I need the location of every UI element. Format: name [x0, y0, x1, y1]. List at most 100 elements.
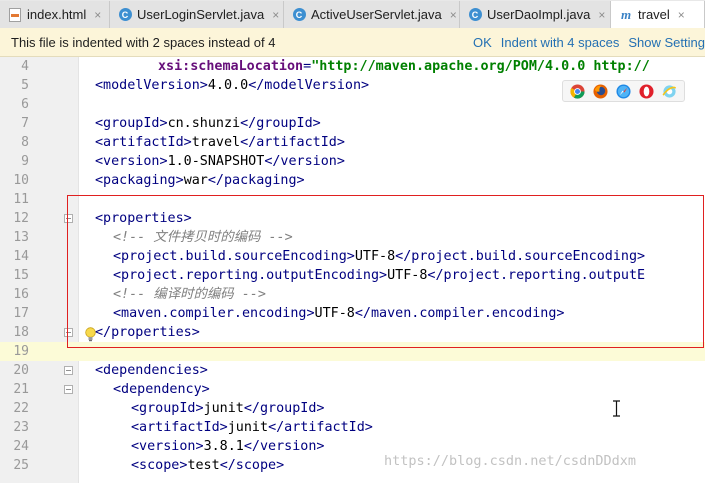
xml-tag: <project.build.sourceEncoding> [113, 249, 355, 264]
line-number: 6 [21, 97, 29, 112]
tab-index-html[interactable]: index.html × [0, 1, 110, 28]
tab-userloginservlet[interactable]: C UserLoginServlet.java × [110, 1, 284, 28]
close-icon[interactable]: × [678, 8, 685, 22]
xml-tag: </groupId> [240, 116, 321, 131]
xml-tag: </project.reporting.outputE [427, 268, 646, 283]
indent-with-4-spaces-link[interactable]: Indent with 4 spaces [501, 35, 620, 50]
chrome-icon[interactable] [570, 83, 585, 99]
code-line: 17 <maven.compiler.encoding>UTF-8</maven… [0, 304, 705, 323]
fold-icon[interactable] [64, 385, 73, 394]
line-number: 24 [13, 439, 29, 454]
opera-icon[interactable] [639, 83, 654, 99]
watermark-text: https://blog.csdn.net/csdnDDdxm [384, 453, 636, 469]
tab-label: UserLoginServlet.java [137, 7, 265, 22]
xml-text: 3.8.1 [203, 439, 244, 454]
code-line: 4 xsi:schemaLocation="http://maven.apach… [0, 57, 705, 76]
safari-icon[interactable] [616, 83, 631, 99]
xml-tag: <packaging> [95, 173, 184, 188]
xml-comment: <!-- 编译时的编码 --> [113, 287, 266, 302]
xml-tag: <groupId> [131, 401, 204, 416]
xml-tag: </properties> [95, 325, 200, 340]
code-line: 22 <groupId>junit</groupId> [0, 399, 705, 418]
xml-tag: </packaging> [207, 173, 305, 188]
line-number: 13 [13, 230, 29, 245]
close-icon[interactable]: × [450, 8, 457, 22]
notification-message: This file is indented with 2 spaces inst… [11, 34, 276, 50]
close-icon[interactable]: × [598, 8, 605, 22]
line-number: 18 [13, 325, 29, 340]
text-cursor-icon [613, 400, 620, 417]
xml-text: junit [203, 401, 244, 416]
show-settings-link[interactable]: Show Settings [628, 35, 705, 50]
line-number: 5 [21, 78, 29, 93]
tab-userdaoimpl[interactable]: C UserDaoImpl.java × [460, 1, 611, 28]
close-icon[interactable]: × [272, 8, 279, 22]
xml-tag: </scope> [219, 458, 285, 473]
xml-text: test [187, 458, 220, 473]
line-number: 8 [21, 135, 29, 150]
java-class-icon: C [118, 8, 132, 22]
line-number: 14 [13, 249, 29, 264]
line-number: 11 [13, 192, 29, 207]
firefox-icon[interactable] [593, 83, 608, 99]
tab-label: travel [638, 7, 670, 22]
xml-text: war [183, 173, 208, 188]
html-file-icon [8, 7, 22, 22]
xml-tag: </modelVersion> [248, 78, 370, 93]
xml-tag: </maven.compiler.encoding> [354, 306, 565, 321]
xml-text: junit [227, 420, 269, 435]
xml-text: 1.0-SNAPSHOT [167, 154, 265, 169]
xml-text: cn.shunzi [167, 116, 241, 131]
tab-travel-pom[interactable]: m travel × [611, 1, 705, 28]
editor-tab-bar: index.html × C UserLoginServlet.java × C… [0, 0, 705, 29]
fold-icon[interactable] [64, 328, 73, 337]
xml-tag: </artifactId> [268, 420, 373, 435]
xml-tag: <dependencies> [95, 363, 208, 378]
xml-text: 4.0.0 [207, 78, 249, 93]
line-number: 21 [13, 382, 29, 397]
line-number: 19 [13, 344, 29, 359]
browser-preview-toolbar [562, 80, 685, 102]
indent-notification-bar: This file is indented with 2 spaces inst… [0, 28, 705, 57]
code-line: 11 [0, 190, 705, 209]
line-number: 4 [21, 59, 29, 74]
code-line: 23 <artifactId>junit</artifactId> [0, 418, 705, 437]
ie-icon[interactable] [662, 84, 677, 99]
xml-tag: <dependency> [113, 382, 210, 397]
code-line: 20 <dependencies> [0, 361, 705, 380]
maven-icon: m [620, 6, 632, 22]
code-line: 13 <!-- 文件拷贝时的编码 --> [0, 228, 705, 247]
current-code-line: 19 [0, 342, 705, 361]
line-number: 16 [13, 287, 29, 302]
fold-icon[interactable] [64, 366, 73, 375]
xml-tag: <properties> [95, 211, 192, 226]
code-line: 8 <artifactId>travel</artifactId> [0, 133, 705, 152]
line-number: 10 [13, 173, 29, 188]
tab-label: ActiveUserServlet.java [311, 7, 442, 22]
tab-label: index.html [27, 7, 87, 22]
close-icon[interactable]: × [94, 8, 101, 22]
code-line: 7 <groupId>cn.shunzi</groupId> [0, 114, 705, 133]
tab-activeuserservlet[interactable]: C ActiveUserServlet.java × [284, 1, 460, 28]
xml-tag: <version> [95, 154, 168, 169]
line-number: 23 [13, 420, 29, 435]
xml-tag: <project.reporting.outputEncoding> [113, 268, 388, 283]
xml-tag: </version> [264, 154, 345, 169]
line-number: 20 [13, 363, 29, 378]
xml-tag: <groupId> [95, 116, 168, 131]
code-line: 16 <!-- 编译时的编码 --> [0, 285, 705, 304]
ok-link[interactable]: OK [473, 35, 492, 50]
code-line: 10 <packaging>war</packaging> [0, 171, 705, 190]
xml-tag: <maven.compiler.encoding> [113, 306, 315, 321]
xml-tag: </groupId> [243, 401, 325, 416]
fold-icon[interactable] [64, 214, 73, 223]
xml-text: UTF-8 [314, 306, 355, 321]
line-number: 12 [13, 211, 29, 226]
xml-tag: </version> [243, 439, 325, 454]
java-class-icon: C [292, 8, 306, 22]
tab-label: UserDaoImpl.java [487, 7, 591, 22]
line-number: 7 [21, 116, 29, 131]
line-number: 9 [21, 154, 29, 169]
line-number: 25 [13, 458, 29, 473]
lightbulb-icon[interactable] [84, 327, 97, 342]
